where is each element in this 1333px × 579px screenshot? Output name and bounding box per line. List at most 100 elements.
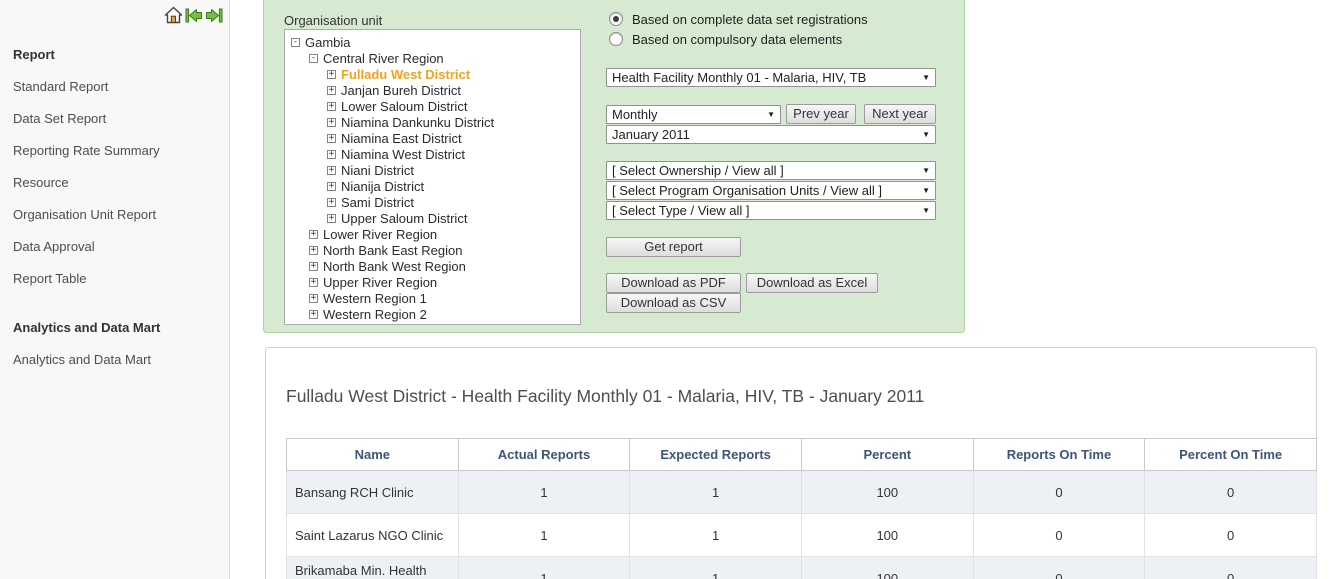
tree-toggle-icon[interactable]: + — [309, 310, 318, 319]
tree-item-north-bank-west-region[interactable]: + North Bank West Region — [291, 258, 574, 274]
tree-item-western-region-1[interactable]: + Western Region 1 — [291, 290, 574, 306]
tree-item-label[interactable]: Niamina West District — [341, 147, 465, 162]
cell-name: Saint Lazarus NGO Clinic — [287, 514, 459, 557]
ownership-select[interactable]: [ Select Ownership / View all ] ▼ — [606, 161, 936, 180]
sidebar-item-data-approval[interactable]: Data Approval — [0, 231, 229, 263]
cell-name: Bansang RCH Clinic — [287, 471, 459, 514]
program-orgunit-select[interactable]: [ Select Program Organisation Units / Vi… — [606, 181, 936, 200]
tree-item-label[interactable]: Niamina East District — [341, 131, 462, 146]
tree-item-label[interactable]: Nianija District — [341, 179, 424, 194]
previous-page-icon[interactable] — [185, 7, 203, 24]
tree-item-label[interactable]: North Bank East Region — [323, 243, 462, 258]
radio-complete-data-set-registrations[interactable]: Based on complete data set registrations — [609, 9, 868, 29]
tree-item-nianija-district[interactable]: + Nianija District — [291, 178, 574, 194]
cell-expected-reports: 1 — [630, 471, 802, 514]
tree-item-label[interactable]: Lower River Region — [323, 227, 437, 242]
tree-item-gambia[interactable]: - Gambia — [291, 34, 574, 50]
download-excel-button[interactable]: Download as Excel — [746, 273, 878, 293]
period-type-select-value: Monthly — [612, 107, 658, 122]
tree-item-sami-district[interactable]: + Sami District — [291, 194, 574, 210]
tree-item-label[interactable]: Janjan Bureh District — [341, 83, 461, 98]
tree-item-lower-river-region[interactable]: + Lower River Region — [291, 226, 574, 242]
tree-item-niamina-west-district[interactable]: + Niamina West District — [291, 146, 574, 162]
tree-toggle-icon[interactable]: + — [309, 246, 318, 255]
tree-item-niamina-dankunku-district[interactable]: + Niamina Dankunku District — [291, 114, 574, 130]
prev-year-button[interactable]: Prev year — [786, 104, 856, 124]
sidebar: Report Standard Report Data Set Report R… — [0, 0, 230, 579]
tree-toggle-icon[interactable]: + — [309, 262, 318, 271]
sidebar-item-report-table[interactable]: Report Table — [0, 263, 229, 295]
tree-item-janjan-bureh-district[interactable]: + Janjan Bureh District — [291, 82, 574, 98]
tree-toggle-icon[interactable]: + — [309, 294, 318, 303]
type-select[interactable]: [ Select Type / View all ] ▼ — [606, 201, 936, 220]
period-type-select[interactable]: Monthly ▼ — [606, 105, 781, 124]
dropdown-arrow-icon: ▼ — [922, 186, 930, 195]
tree-toggle-icon[interactable]: + — [327, 70, 336, 79]
tree-item-upper-saloum-district[interactable]: + Upper Saloum District — [291, 210, 574, 226]
tree-item-central-river-region[interactable]: - Central River Region — [291, 50, 574, 66]
tree-item-north-bank-east-region[interactable]: + North Bank East Region — [291, 242, 574, 258]
tree-item-label[interactable]: Fulladu West District — [341, 67, 470, 82]
tree-item-label[interactable]: Niani District — [341, 163, 414, 178]
sidebar-item-resource[interactable]: Resource — [0, 167, 229, 199]
next-page-icon[interactable] — [205, 7, 223, 24]
tree-item-label[interactable]: Western Region 1 — [323, 291, 427, 306]
tree-item-label[interactable]: Sami District — [341, 195, 414, 210]
reporting-rate-summary-page: Report Standard Report Data Set Report R… — [0, 0, 1333, 579]
sidebar-item-label: Reporting Rate Summary — [13, 143, 160, 158]
cell-percent: 100 — [801, 514, 973, 557]
next-year-button[interactable]: Next year — [864, 104, 936, 124]
tree-toggle-icon[interactable]: + — [327, 86, 336, 95]
sidebar-item-organisation-unit-report[interactable]: Organisation Unit Report — [0, 199, 229, 231]
download-csv-button[interactable]: Download as CSV — [606, 293, 741, 313]
sidebar-item-analytics-and-data-mart[interactable]: Analytics and Data Mart — [0, 344, 229, 376]
sidebar-item-label: Organisation Unit Report — [13, 207, 156, 222]
tree-item-label[interactable]: Central River Region — [323, 51, 444, 66]
tree-toggle-icon[interactable]: + — [327, 214, 336, 223]
column-header: Reports On Time — [973, 439, 1145, 471]
tree-item-fulladu-west-district[interactable]: + Fulladu West District — [291, 66, 574, 82]
sidebar-item-label: Report Table — [13, 271, 86, 286]
radio-button-icon[interactable] — [609, 32, 623, 46]
tree-toggle-icon[interactable]: + — [309, 278, 318, 287]
sidebar-item-label: Data Approval — [13, 239, 95, 254]
column-header: Actual Reports — [458, 439, 630, 471]
get-report-button[interactable]: Get report — [606, 237, 741, 257]
tree-toggle-icon[interactable]: - — [309, 54, 318, 63]
tree-item-label[interactable]: North Bank West Region — [323, 259, 466, 274]
tree-toggle-icon[interactable]: + — [327, 182, 336, 191]
radio-label: Based on compulsory data elements — [632, 32, 842, 47]
tree-item-label[interactable]: Upper Saloum District — [341, 211, 467, 226]
reporting-rate-table: Name Actual Reports Expected Reports Per… — [286, 438, 1317, 579]
tree-toggle-icon[interactable]: + — [327, 134, 336, 143]
tree-item-label[interactable]: Lower Saloum District — [341, 99, 467, 114]
tree-item-label[interactable]: Gambia — [305, 35, 351, 50]
download-pdf-button[interactable]: Download as PDF — [606, 273, 741, 293]
sidebar-item-reporting-rate-summary[interactable]: Reporting Rate Summary — [0, 135, 229, 167]
tree-item-upper-river-region[interactable]: + Upper River Region — [291, 274, 574, 290]
sidebar-item-data-set-report[interactable]: Data Set Report — [0, 103, 229, 135]
tree-toggle-icon[interactable]: + — [309, 230, 318, 239]
organisation-unit-tree: - Gambia - Central River Region + Fullad… — [284, 29, 581, 325]
radio-button-icon[interactable] — [609, 12, 623, 26]
tree-toggle-icon[interactable]: + — [327, 198, 336, 207]
tree-toggle-icon[interactable]: + — [327, 166, 336, 175]
report-title: Fulladu West District - Health Facility … — [286, 386, 924, 407]
radio-compulsory-data-elements[interactable]: Based on compulsory data elements — [609, 29, 868, 49]
tree-item-niamina-east-district[interactable]: + Niamina East District — [291, 130, 574, 146]
dataset-select[interactable]: Health Facility Monthly 01 - Malaria, HI… — [606, 68, 936, 87]
sidebar-item-label: Report — [13, 47, 55, 62]
tree-item-western-region-2[interactable]: + Western Region 2 — [291, 306, 574, 322]
tree-toggle-icon[interactable]: + — [327, 102, 336, 111]
tree-item-label[interactable]: Western Region 2 — [323, 307, 427, 322]
sidebar-header-analytics-and-data-mart: Analytics and Data Mart — [0, 312, 229, 344]
period-select[interactable]: January 2011 ▼ — [606, 125, 936, 144]
tree-item-label[interactable]: Niamina Dankunku District — [341, 115, 494, 130]
tree-item-label[interactable]: Upper River Region — [323, 275, 437, 290]
tree-item-niani-district[interactable]: + Niani District — [291, 162, 574, 178]
tree-toggle-icon[interactable]: + — [327, 150, 336, 159]
tree-toggle-icon[interactable]: - — [291, 38, 300, 47]
sidebar-item-standard-report[interactable]: Standard Report — [0, 71, 229, 103]
tree-toggle-icon[interactable]: + — [327, 118, 336, 127]
tree-item-lower-saloum-district[interactable]: + Lower Saloum District — [291, 98, 574, 114]
